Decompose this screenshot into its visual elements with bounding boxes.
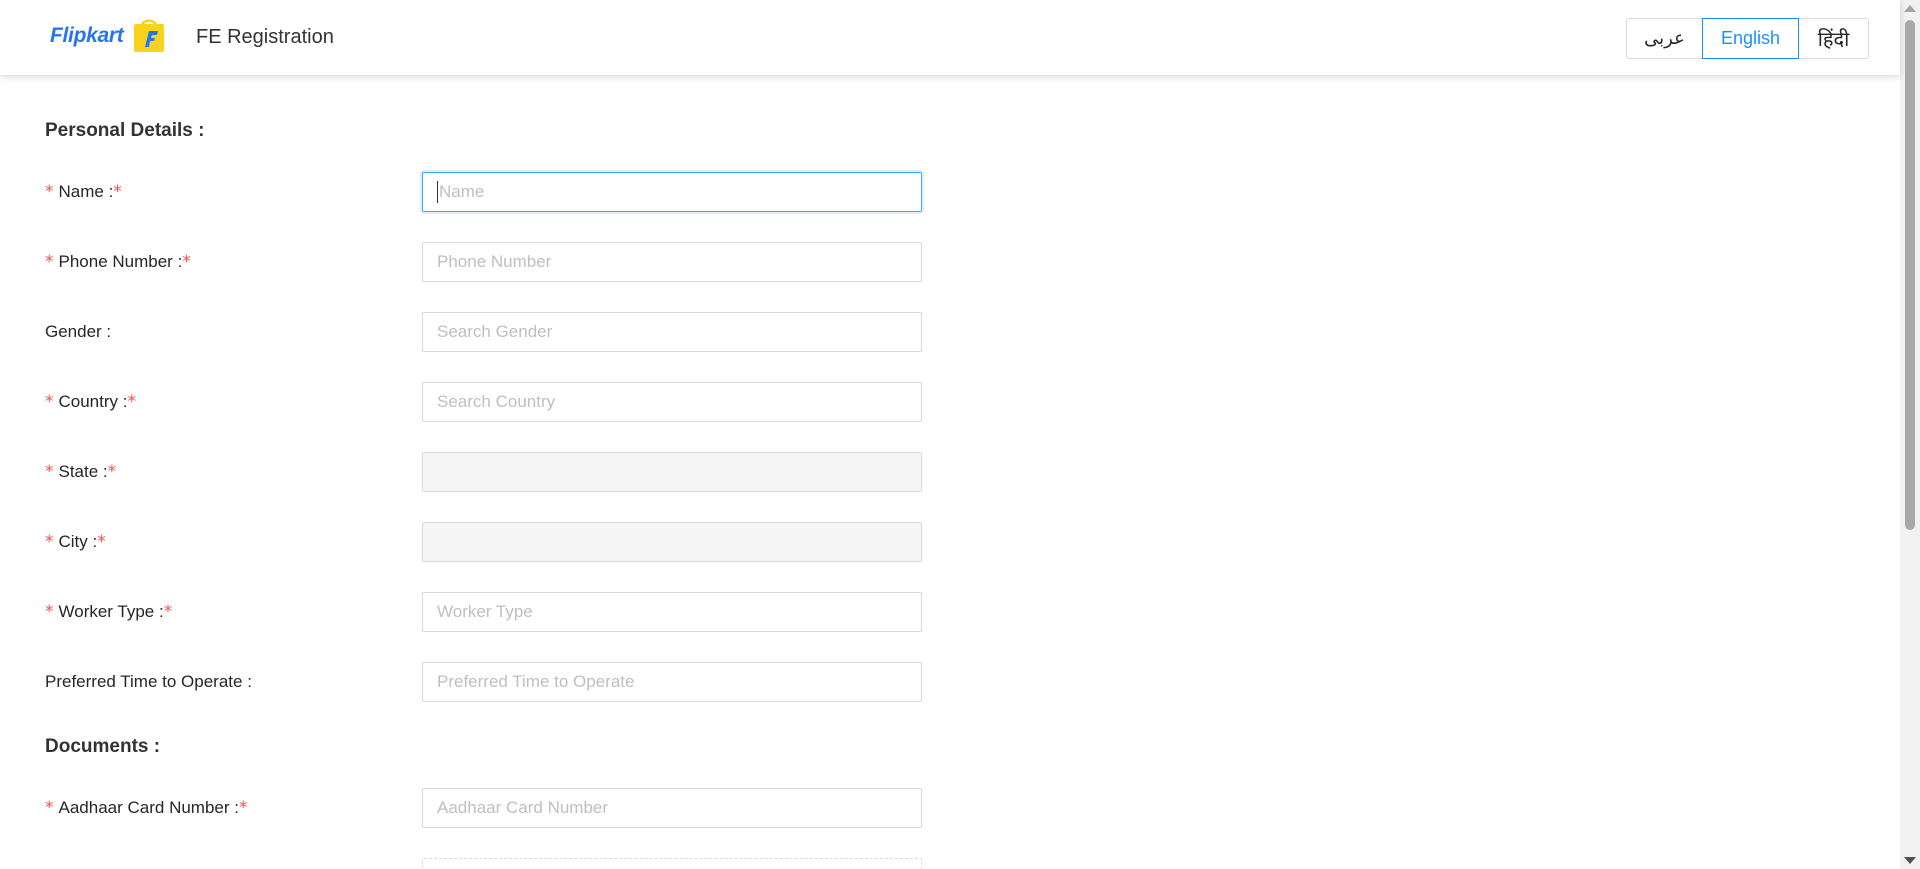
scroll-down-arrow-icon[interactable] xyxy=(1904,857,1916,864)
documents-heading: Documents : xyxy=(45,736,161,757)
city-label: * City :* xyxy=(45,532,106,552)
state-select[interactable] xyxy=(422,452,922,492)
scroll-up-arrow-icon[interactable] xyxy=(1904,5,1916,12)
preferred-time-select[interactable]: Preferred Time to Operate xyxy=(422,662,922,702)
gender-label: Gender : xyxy=(45,322,112,341)
language-english-button[interactable]: English xyxy=(1702,18,1799,59)
language-switcher: عربى English हिंदी xyxy=(1626,18,1869,59)
country-label: * Country :* xyxy=(45,392,136,412)
phone-number-input[interactable]: Phone Number xyxy=(422,242,922,282)
worker-type-select[interactable]: Worker Type xyxy=(422,592,922,632)
shopping-bag-icon xyxy=(134,19,165,52)
country-select[interactable]: Search Country xyxy=(422,382,922,422)
flipkart-logo[interactable]: Flipkart xyxy=(50,18,167,54)
vertical-scrollbar[interactable] xyxy=(1900,0,1920,869)
name-label: * Name :* xyxy=(45,182,122,202)
brand-name: Flipkart xyxy=(50,24,124,47)
required-mark: * xyxy=(45,182,54,202)
gender-select[interactable]: Search Gender xyxy=(422,312,922,352)
text-caret xyxy=(437,181,438,203)
language-hindi-button[interactable]: हिंदी xyxy=(1798,18,1869,59)
page-title: FE Registration xyxy=(196,26,334,48)
city-select[interactable] xyxy=(422,522,922,562)
aadhaar-card-input[interactable]: Aadhaar Card Number xyxy=(422,788,922,828)
top-header: Flipkart FE Registration عربى English हि… xyxy=(0,0,1900,75)
preferred-time-label: Preferred Time to Operate : xyxy=(45,672,252,691)
state-label: * State :* xyxy=(45,462,117,482)
language-arabic-button[interactable]: عربى xyxy=(1626,18,1703,59)
aadhaar-card-label: * Aadhaar Card Number :* xyxy=(45,798,248,818)
personal-details-heading: Personal Details : xyxy=(45,120,205,141)
document-upload-area[interactable] xyxy=(422,858,922,869)
worker-type-label: * Worker Type :* xyxy=(45,602,173,622)
phone-number-label: * Phone Number :* xyxy=(45,252,191,272)
scroll-thumb[interactable] xyxy=(1905,20,1915,530)
name-input[interactable]: Name xyxy=(422,172,922,212)
